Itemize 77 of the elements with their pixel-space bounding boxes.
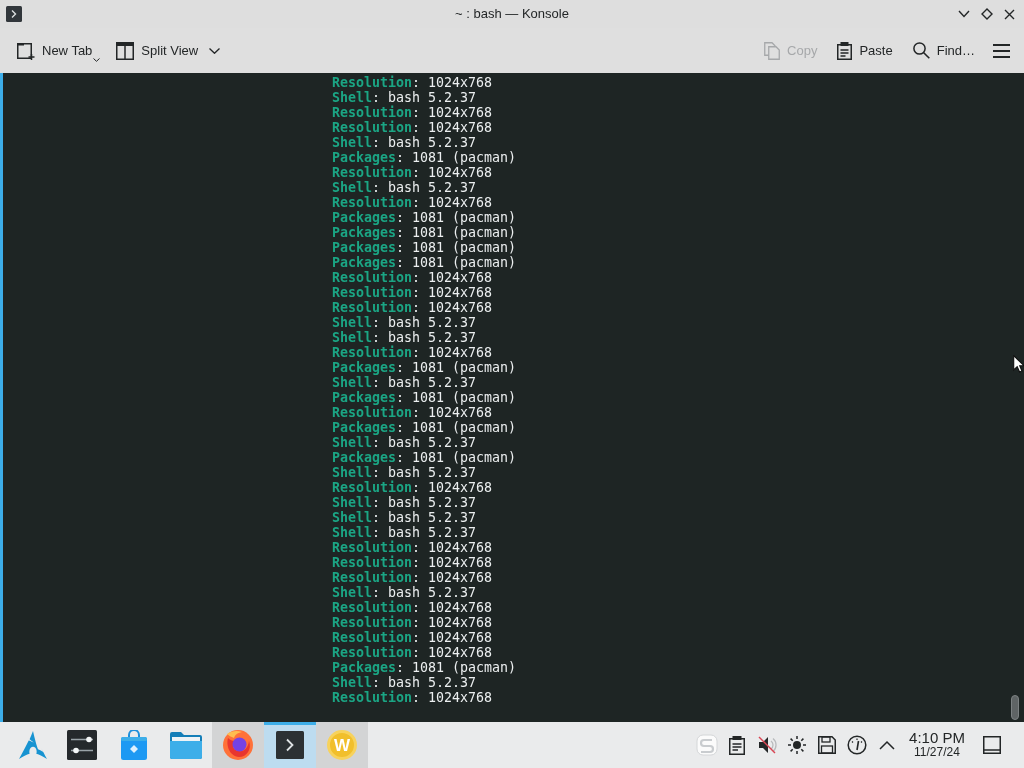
terminal-line: Shell: bash 5.2.37 [332,525,477,540]
flame-logo-icon [222,729,254,761]
app-logo: W [327,730,357,760]
terminal-icon [6,6,22,22]
terminal-line: Packages: 1081 (pacman) [332,450,517,465]
clipboard-icon [837,41,853,60]
sun-icon[interactable] [787,735,807,755]
terminal-line: Resolution: 1024x768 [332,405,493,420]
sliders-icon [67,730,97,760]
terminal-line: Resolution: 1024x768 [332,105,493,120]
terminal-line: Resolution: 1024x768 [332,120,493,135]
terminal-line: Resolution: 1024x768 [332,690,493,705]
caret-icon [93,57,101,62]
terminal-line: Resolution: 1024x768 [332,285,493,300]
terminal-line: Resolution: 1024x768 [332,555,493,570]
terminal-line: Resolution: 1024x768 [332,345,493,360]
terminal-line: Shell: bash 5.2.37 [332,510,477,525]
chevron-up-icon[interactable] [879,740,895,750]
paste-button[interactable]: Paste [832,34,898,67]
find-button[interactable]: Find… [907,34,980,67]
terminal-line: Packages: 1081 (pacman) [332,225,517,240]
terminal-line: Resolution: 1024x768 [332,165,493,180]
terminal-line: Shell: bash 5.2.37 [332,675,477,690]
mouse-pointer-icon [1013,355,1024,373]
taskbar-task[interactable] [264,722,316,768]
terminal-line: Resolution: 1024x768 [332,630,493,645]
terminal-line: Resolution: 1024x768 [332,300,493,315]
clock-time[interactable]: 4:10 PM [909,729,965,746]
maximize-icon[interactable] [981,8,993,20]
terminal-line: Shell: bash 5.2.37 [332,375,477,390]
gauge-icon[interactable] [847,735,867,755]
terminal-line: Resolution: 1024x768 [332,75,493,90]
clipboard-icon[interactable] [729,735,745,755]
terminal-line: Resolution: 1024x768 [332,570,493,585]
terminal-line: Shell: bash 5.2.37 [332,315,477,330]
menu-icon[interactable] [993,43,1010,58]
clock-date[interactable]: 11/27/24 [914,745,960,759]
terminal-line: Resolution: 1024x768 [332,615,493,630]
copy-icon [764,41,781,60]
terminal-line: Shell: bash 5.2.37 [332,465,477,480]
split-view-icon [116,41,135,60]
terminal-icon [276,731,304,759]
scrollbar-thumb[interactable] [1011,695,1019,720]
terminal-line: Shell: bash 5.2.37 [332,435,477,450]
minimize-icon[interactable] [958,10,970,18]
terminal-line: Packages: 1081 (pacman) [332,210,517,225]
terminal-line: Resolution: 1024x768 [332,195,493,210]
terminal-line: Packages: 1081 (pacman) [332,240,517,255]
window-title: ~ : bash — Konsole [455,5,569,24]
terminal-line: Resolution: 1024x768 [332,480,493,495]
terminal-line: Shell: bash 5.2.37 [332,585,477,600]
new-tab-button[interactable]: New Tab [12,34,106,67]
show-desktop-icon[interactable] [983,736,1001,754]
peak-logo-icon[interactable] [19,731,47,759]
bag-icon [120,730,148,760]
terminal-line: Packages: 1081 (pacman) [332,390,517,405]
terminal-line: Packages: 1081 (pacman) [332,255,517,270]
terminal-line: Resolution: 1024x768 [332,645,493,660]
chevron-down-icon [209,47,221,54]
terminal-line: Resolution: 1024x768 [332,600,493,615]
terminal-line: Packages: 1081 (pacman) [332,420,517,435]
terminal-line: Packages: 1081 (pacman) [332,360,517,375]
muted-speaker-icon[interactable] [757,735,777,755]
terminal-line: Resolution: 1024x768 [332,270,493,285]
terminal-line: Shell: bash 5.2.37 [332,495,477,510]
split-view-button[interactable]: Split View [111,34,226,67]
terminal-line: Shell: bash 5.2.37 [332,330,477,345]
terminal-line: Packages: 1081 (pacman) [332,660,517,675]
terminal-line: Packages: 1081 (pacman) [332,150,517,165]
terminal-line: Shell: bash 5.2.37 [332,180,477,195]
folder-icon [170,731,202,759]
close-icon[interactable] [1004,8,1015,20]
search-icon [912,42,930,59]
new-tab-icon [17,41,35,60]
terminal-line: Shell: bash 5.2.37 [332,90,477,105]
terminal-line: Shell: bash 5.2.37 [332,135,477,150]
terminal-line: Resolution: 1024x768 [332,540,493,555]
